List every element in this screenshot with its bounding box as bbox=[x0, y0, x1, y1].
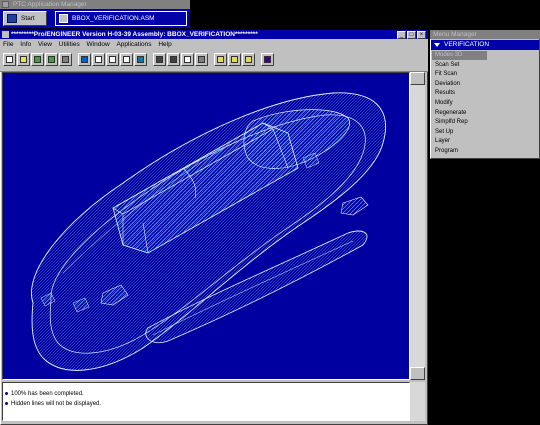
datum-planes-button[interactable] bbox=[214, 53, 227, 66]
datum-axes-button[interactable] bbox=[228, 53, 241, 66]
menu-view[interactable]: View bbox=[38, 41, 52, 48]
no-hidden-button[interactable] bbox=[181, 53, 194, 66]
refit-button[interactable] bbox=[120, 53, 133, 66]
hidden-line-icon bbox=[170, 56, 177, 63]
triangle-down-icon bbox=[434, 43, 440, 47]
window-title-bar: *********Pro/ENGINEER Version H-03-39 As… bbox=[0, 30, 428, 39]
datum-points-button[interactable] bbox=[242, 53, 255, 66]
new-button[interactable] bbox=[3, 53, 16, 66]
wireframe-model bbox=[31, 92, 386, 371]
new-icon bbox=[6, 56, 13, 63]
message-bullet-icon bbox=[5, 392, 8, 395]
print-icon bbox=[62, 56, 69, 63]
save-as-icon bbox=[48, 56, 55, 63]
close-button[interactable]: × bbox=[417, 31, 426, 39]
wireframe-button[interactable] bbox=[153, 53, 166, 66]
menu-item-regenerate[interactable]: Regenerate bbox=[432, 109, 487, 118]
no-hidden-icon bbox=[184, 56, 191, 63]
shading-icon bbox=[198, 56, 205, 63]
menu-item-modes-3d[interactable]: Modes 3D bbox=[432, 51, 487, 60]
minimize-button[interactable]: _ bbox=[397, 31, 406, 39]
menu-item-layer[interactable]: Layer bbox=[432, 137, 487, 146]
zoom-in-icon bbox=[95, 56, 102, 63]
menu-file[interactable]: File bbox=[3, 41, 13, 48]
zoom-out-button[interactable] bbox=[106, 53, 119, 66]
menu-utilities[interactable]: Utilities bbox=[59, 41, 80, 48]
message-area: 100% has been completed. Hidden lines wi… bbox=[2, 382, 410, 421]
orient-button[interactable] bbox=[134, 53, 147, 66]
message-bullet-icon bbox=[5, 402, 8, 405]
window-icon bbox=[59, 14, 68, 23]
application-manager-title: PTC Application Manager bbox=[0, 0, 190, 9]
print-button[interactable] bbox=[59, 53, 72, 66]
start-icon bbox=[7, 14, 17, 23]
message-scrollbar[interactable] bbox=[410, 382, 425, 421]
shading-button[interactable] bbox=[195, 53, 208, 66]
help-arrow-icon bbox=[264, 56, 271, 63]
message-line: Hidden lines will not be displayed. bbox=[5, 401, 101, 407]
menu-applications[interactable]: Applications bbox=[116, 41, 151, 48]
message-line: 100% has been completed. bbox=[5, 391, 84, 397]
menu-item-program[interactable]: Program bbox=[432, 147, 487, 156]
refit-icon bbox=[123, 56, 130, 63]
boss-right bbox=[340, 196, 369, 216]
vertical-scrollbar[interactable] bbox=[410, 72, 425, 380]
menu-item-set-up[interactable]: Set Up bbox=[432, 128, 487, 137]
save-as-button[interactable] bbox=[45, 53, 58, 66]
hidden-line-button[interactable] bbox=[167, 53, 180, 66]
open-icon bbox=[20, 56, 27, 63]
menu-item-results[interactable]: Results bbox=[432, 89, 487, 98]
wireframe-icon bbox=[156, 56, 163, 63]
datum-planes-icon bbox=[217, 56, 224, 63]
menu-item-simplfd-rep[interactable]: Simplfd Rep bbox=[432, 118, 487, 127]
proe-icon bbox=[2, 31, 9, 38]
app-manager-icon bbox=[2, 1, 9, 8]
save-icon bbox=[34, 56, 41, 63]
menu-help[interactable]: Help bbox=[158, 41, 171, 48]
zoom-out-icon bbox=[109, 56, 116, 63]
graphics-viewport[interactable] bbox=[2, 72, 410, 380]
scroll-up-button[interactable] bbox=[410, 72, 425, 85]
menu-bar: File Info View Utilities Window Applicat… bbox=[0, 39, 428, 50]
menu-window[interactable]: Window bbox=[87, 41, 110, 48]
menu-item-deviation[interactable]: Deviation bbox=[432, 80, 487, 89]
repaint-button[interactable] bbox=[78, 53, 91, 66]
start-button[interactable]: Start bbox=[3, 11, 47, 26]
orient-icon bbox=[137, 56, 144, 63]
task-button-bbox-verification[interactable]: BBOX_VERIFICATION.ASM bbox=[55, 11, 187, 26]
repaint-icon bbox=[81, 56, 88, 63]
save-button[interactable] bbox=[31, 53, 44, 66]
open-button[interactable] bbox=[17, 53, 30, 66]
menu-manager-list: Modes 3D Scan Set Fit Scan Deviation Results… bbox=[432, 51, 487, 157]
help-arrow-button[interactable] bbox=[261, 53, 274, 66]
menu-item-fit-scan[interactable]: Fit Scan bbox=[432, 70, 487, 79]
zoom-in-button[interactable] bbox=[92, 53, 105, 66]
datum-points-icon bbox=[245, 56, 252, 63]
menu-manager-header[interactable]: VERIFICATION bbox=[431, 40, 539, 50]
menu-item-modify[interactable]: Modify bbox=[432, 99, 487, 108]
datum-axes-icon bbox=[231, 56, 238, 63]
menu-item-scan-set[interactable]: Scan Set bbox=[432, 61, 487, 70]
menu-info[interactable]: Info bbox=[20, 41, 31, 48]
menu-manager-title: Menu Manager bbox=[430, 30, 540, 39]
maximize-button[interactable]: □ bbox=[407, 31, 416, 39]
scroll-down-button[interactable] bbox=[410, 367, 425, 380]
